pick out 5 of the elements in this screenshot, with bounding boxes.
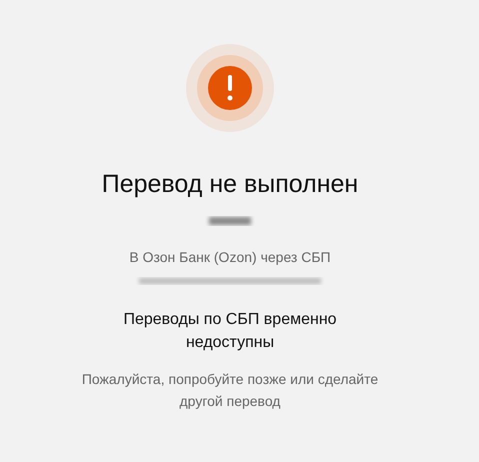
notice-message: Пожалуйста, попробуйте позже или сделайте другой перевод (80, 370, 380, 412)
notice-heading: Переводы по СБП временно недоступны (122, 310, 338, 354)
alert-icon (186, 44, 274, 132)
status-title: Перевод не выполнен (102, 169, 358, 200)
bank-line: В Озон Банк (Ozon) через СБП (129, 248, 331, 268)
